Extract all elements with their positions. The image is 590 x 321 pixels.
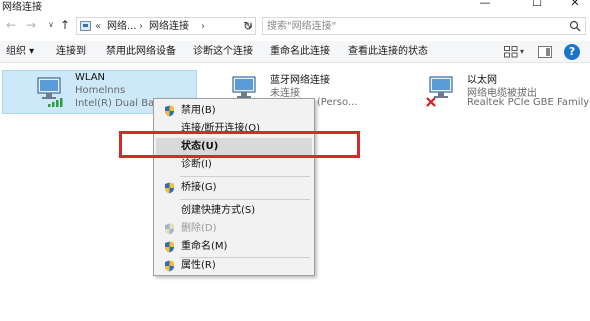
uac-shield-icon — [165, 182, 174, 194]
uac-shield-icon — [165, 223, 174, 235]
menu-item-diagnose[interactable]: 诊断(I) — [156, 156, 312, 174]
help-icon[interactable]: ? — [564, 44, 580, 60]
highlight-annotation-box — [119, 131, 360, 158]
diagnose-button[interactable]: 诊断这个连接 — [193, 45, 253, 59]
uac-shield-icon — [165, 105, 174, 117]
menu-item-delete[interactable]: 删除(D) — [156, 220, 312, 238]
up-button[interactable]: ↑ — [58, 18, 72, 32]
view-options-icon[interactable] — [504, 46, 518, 58]
context-menu: 禁用(B) 连接/断开连接(O) 状态(U) 诊断(I) 桥接(G) 创建快捷方… — [153, 98, 315, 276]
view-controls: ▾ ? — [504, 44, 584, 60]
connect-to-button[interactable]: 连接到 — [56, 45, 86, 59]
uac-shield-icon — [165, 241, 174, 253]
menu-item-label: 禁用(B) — [181, 105, 216, 116]
view-status-button[interactable]: 查看此连接的状态 — [348, 45, 428, 59]
menu-item-create-shortcut[interactable]: 创建快捷方式(S) — [156, 202, 312, 220]
breadcrumb-separator[interactable]: › — [139, 19, 143, 34]
menu-item-label: 重命名(M) — [181, 241, 228, 252]
menu-item-rename[interactable]: 重命名(M) — [156, 238, 312, 256]
refresh-button[interactable]: ↻ — [239, 17, 257, 35]
search-input[interactable] — [267, 18, 557, 34]
breadcrumb-overflow[interactable]: « — [95, 19, 101, 34]
breadcrumb-network-connections[interactable]: 网络连接 — [149, 19, 189, 34]
adapter-ethernet[interactable]: 以太网 网络电缆被拔出 Realtek PCIe GBE Family ... — [423, 70, 590, 114]
close-button[interactable]: ✕ — [552, 0, 590, 10]
menu-item-label: 属性(R) — [181, 260, 216, 271]
menu-separator — [180, 199, 310, 200]
rename-button[interactable]: 重命名此连接 — [270, 45, 330, 59]
control-panel-icon — [80, 21, 91, 31]
adapter-name: WLAN — [75, 72, 106, 83]
ethernet-adapter-icon — [426, 76, 453, 107]
organize-menu[interactable]: 组织 ▾ — [6, 45, 34, 59]
window-title: 网络连接 — [2, 2, 42, 13]
menu-item-properties[interactable]: 属性(R) — [156, 257, 312, 275]
menu-item-label: 诊断(I) — [181, 159, 212, 170]
disable-device-button[interactable]: 禁用此网络设备 — [106, 45, 176, 59]
menu-item-label: 创建快捷方式(S) — [181, 205, 256, 216]
breadcrumb-network[interactable]: 网络... — [107, 19, 137, 34]
search-box[interactable] — [262, 17, 586, 35]
menu-item-label: 删除(D) — [181, 223, 217, 234]
navigation-bar: ← → ∨ ↑ « 网络... › 网络连接 › ∨ ↻ — [0, 14, 590, 38]
menu-item-bridge[interactable]: 桥接(G) — [156, 179, 312, 197]
forward-button[interactable]: → — [24, 18, 38, 32]
view-dropdown-icon[interactable]: ▾ — [520, 44, 524, 60]
wifi-adapter-icon — [37, 77, 63, 107]
adapter-status: Homelnns — [75, 85, 126, 96]
minimize-button[interactable]: — — [462, 0, 508, 10]
back-button[interactable]: ← — [4, 18, 18, 32]
menu-item-label: 桥接(G) — [181, 182, 217, 193]
title-bar: 网络连接 — ☐ ✕ — [0, 0, 590, 13]
adapter-device: Realtek PCIe GBE Family ... — [467, 97, 589, 108]
uac-shield-icon — [165, 260, 174, 272]
menu-item-disable[interactable]: 禁用(B) — [156, 102, 312, 120]
address-bar[interactable]: « 网络... › 网络连接 › ∨ — [76, 17, 256, 35]
command-bar: 组织 ▾ 连接到 禁用此网络设备 诊断这个连接 重命名此连接 查看此连接的状态 … — [0, 41, 590, 63]
recent-locations-button[interactable]: ∨ — [44, 18, 58, 32]
menu-separator — [180, 176, 310, 177]
breadcrumb-separator-2[interactable]: › — [201, 19, 205, 34]
preview-pane-icon[interactable] — [538, 46, 552, 58]
search-icon[interactable] — [569, 20, 581, 32]
